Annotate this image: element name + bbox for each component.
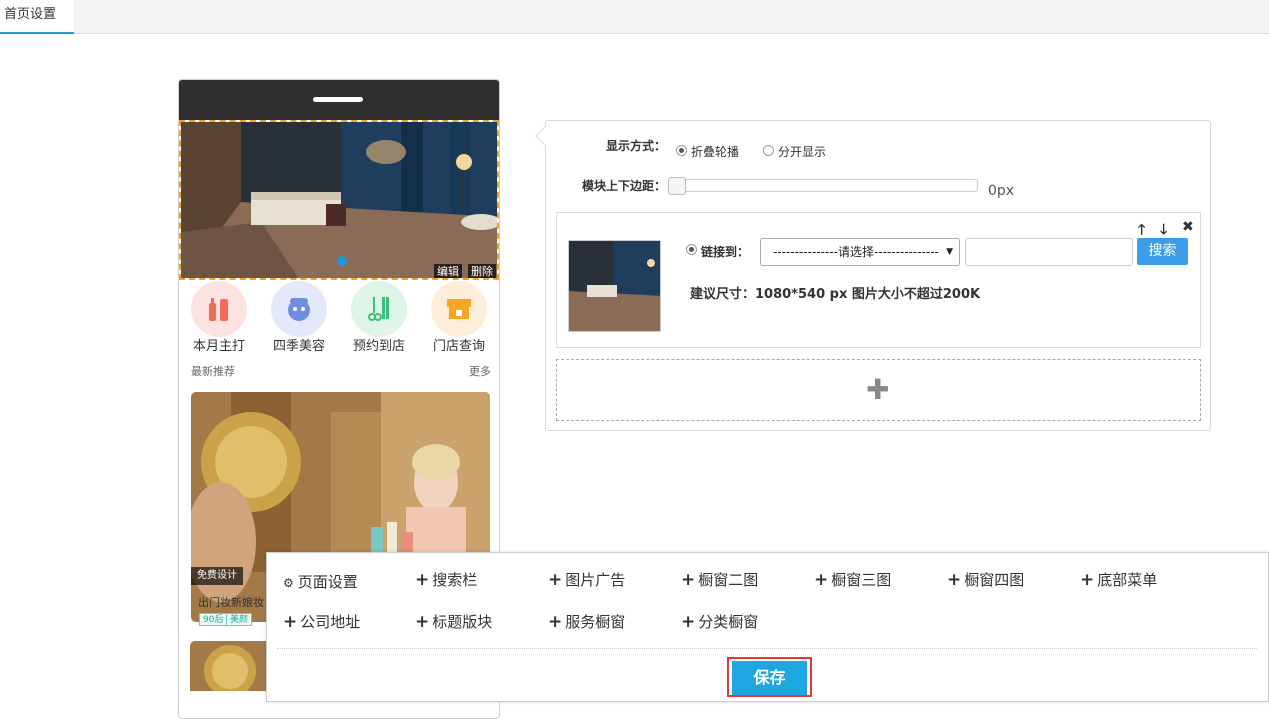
nav-label: 门店查询 — [432, 339, 485, 354]
module-toolbar: ⚙ 页面设置 + 搜索栏 + 图片广告 + 橱窗二图 + 橱窗三图 + 橱窗四图 + 底部菜单… — [266, 552, 1269, 702]
toolbar-label: 标题版块 — [432, 613, 493, 631]
nav-label: 四季美容 — [272, 339, 325, 354]
banner-module[interactable]: 编辑 删除 — [179, 120, 499, 280]
recommend-header: 最新推荐 更多 — [191, 363, 491, 379]
close-icon[interactable]: ✖ — [1182, 219, 1194, 235]
card-title: 出门妆新娘妆 — [198, 596, 264, 609]
toolbar-label: 公司地址 — [300, 613, 361, 631]
link-search-input[interactable] — [965, 238, 1133, 266]
card-badge: 美颜 — [226, 613, 253, 626]
card-tag: 免费设计 — [191, 567, 243, 585]
gear-icon: ⚙ — [283, 576, 294, 590]
banner-item: 🡑 🡓 ✖ 链接到： ---------------请选择-----------… — [556, 212, 1201, 348]
plus-icon: + — [415, 612, 430, 632]
slider-handle[interactable] — [668, 177, 686, 195]
second-card-image[interactable] — [190, 641, 270, 691]
section-title: 最新推荐 — [191, 365, 235, 378]
link-radio[interactable] — [686, 244, 697, 255]
add-banner-item[interactable]: ✚ — [556, 359, 1201, 421]
plus-icon: + — [415, 570, 430, 590]
toolbar-add-window2[interactable]: + 橱窗二图 — [681, 569, 758, 590]
plus-icon: + — [1080, 570, 1095, 590]
nav-label: 本月主打 — [192, 339, 245, 354]
toolbar-page-settings[interactable]: ⚙ 页面设置 — [283, 571, 358, 592]
banner-item-thumbnail[interactable] — [568, 240, 661, 332]
margin-value: 0px — [988, 183, 1015, 199]
radio-separate-label[interactable]: 分开显示 — [778, 143, 826, 160]
banner-edit-button[interactable]: 编辑 — [434, 264, 462, 278]
link-select[interactable]: ---------------请选择--------------- ▼ — [760, 238, 960, 266]
toolbar-add-title-block[interactable]: + 标题版块 — [415, 611, 492, 632]
nav-item-booking[interactable]: 预约到店 — [339, 281, 419, 355]
panel-pointer — [535, 126, 555, 146]
display-mode-label: 显示方式： — [606, 139, 667, 153]
more-link[interactable]: 更多 — [469, 363, 491, 379]
toolbar-add-image-ad[interactable]: + 图片广告 — [548, 569, 625, 590]
toolbar-label: 搜索栏 — [432, 571, 478, 589]
toolbar-add-window3[interactable]: + 橱窗三图 — [814, 569, 891, 590]
makeup-icon — [191, 281, 247, 337]
toolbar-label: 橱窗四图 — [964, 571, 1025, 589]
store-icon — [431, 281, 487, 337]
plus-icon: + — [548, 570, 563, 590]
radio-carousel-label[interactable]: 折叠轮播 — [691, 143, 739, 160]
nav-label: 预约到店 — [352, 339, 405, 354]
plus-icon: + — [283, 612, 298, 632]
plus-icon: ✚ — [866, 373, 890, 406]
scissors-comb-icon — [351, 281, 407, 337]
banner-config-panel: 显示方式： 折叠轮播 分开显示 模块上下边距： 0px 🡑 🡓 ✖ 链接到： -… — [535, 120, 1211, 431]
icon-nav: 本月主打 四季美容 预约到店 门店查询 — [179, 281, 499, 355]
toolbar-label: 服务橱窗 — [565, 613, 626, 631]
margin-label: 模块上下边距： — [582, 179, 667, 193]
toolbar-add-category-window[interactable]: + 分类橱窗 — [681, 611, 758, 632]
toolbar-label: 页面设置 — [297, 573, 358, 591]
link-label: 链接到： — [701, 245, 750, 259]
toolbar-label: 橱窗二图 — [698, 571, 759, 589]
nav-item-seasons[interactable]: 四季美容 — [259, 281, 339, 355]
nav-item-monthly[interactable]: 本月主打 — [179, 281, 259, 355]
plus-icon: + — [681, 570, 696, 590]
toolbar-add-window4[interactable]: + 橱窗四图 — [947, 569, 1024, 590]
face-mask-icon — [271, 281, 327, 337]
toolbar-divider — [277, 648, 1257, 649]
toolbar-label: 底部菜单 — [1097, 571, 1158, 589]
radio-separate[interactable] — [763, 145, 774, 156]
banner-delete-button[interactable]: 删除 — [468, 264, 496, 278]
toolbar-label: 橱窗三图 — [831, 571, 892, 589]
link-select-value: ---------------请选择--------------- — [773, 245, 939, 259]
toolbar-label: 分类橱窗 — [698, 613, 759, 631]
plus-icon: + — [814, 570, 829, 590]
plus-icon: + — [947, 570, 962, 590]
toolbar-label: 图片广告 — [565, 571, 626, 589]
plus-icon: + — [681, 612, 696, 632]
plus-icon: + — [548, 612, 563, 632]
radio-carousel[interactable] — [676, 145, 687, 156]
tab-bar: 首页设置 — [0, 0, 1269, 34]
size-hint: 建议尺寸：1080*540 px 图片大小不超过200K — [690, 287, 981, 302]
chevron-down-icon: ▼ — [946, 247, 953, 257]
toolbar-add-search[interactable]: + 搜索栏 — [415, 569, 477, 590]
carousel-dot[interactable] — [337, 256, 347, 266]
phone-speaker — [313, 97, 363, 102]
tab-home-settings[interactable]: 首页设置 — [0, 0, 74, 34]
toolbar-add-address[interactable]: + 公司地址 — [283, 611, 360, 632]
toolbar-add-service-window[interactable]: + 服务橱窗 — [548, 611, 625, 632]
save-button[interactable]: 保存 — [732, 661, 807, 695]
card-badge: 90后 — [199, 613, 228, 626]
nav-item-store[interactable]: 门店查询 — [419, 281, 499, 355]
margin-slider[interactable] — [668, 177, 978, 195]
toolbar-add-bottom-menu[interactable]: + 底部菜单 — [1080, 569, 1157, 590]
phone-header — [179, 80, 499, 120]
search-button[interactable]: 搜索 — [1137, 238, 1188, 265]
